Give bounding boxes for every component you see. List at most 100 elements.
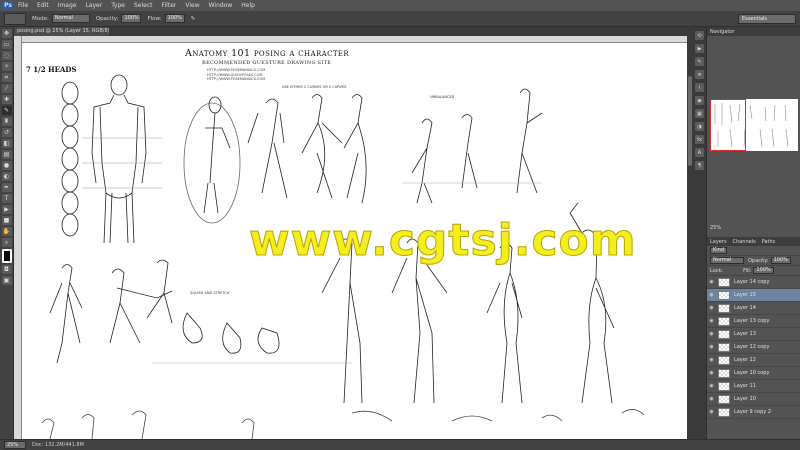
menu-edit[interactable]: Edit <box>37 2 49 9</box>
menu-filter[interactable]: Filter <box>162 2 177 9</box>
scrollbar-thumb[interactable] <box>688 76 692 166</box>
airbrush-icon[interactable]: ✎ <box>191 16 196 22</box>
document-canvas[interactable]: Anatomy 101 posing a character recommend… <box>22 43 687 439</box>
layer-row[interactable]: ◉ Layer 10 copy <box>707 367 800 380</box>
layer-row[interactable]: ◉ Layer 15 <box>707 289 800 302</box>
history-brush-icon[interactable]: ↺ <box>1 128 12 137</box>
menu-type[interactable]: Type <box>111 2 125 9</box>
menu-file[interactable]: File <box>18 2 28 9</box>
navigator-title[interactable]: Navigator <box>710 29 734 35</box>
layer-row[interactable]: ◉ Layer 12 copy <box>707 341 800 354</box>
eraser-tool-icon[interactable]: ◧ <box>1 139 12 148</box>
layers-panel: Layers Channels Paths Kind Normal Opacit… <box>706 237 800 439</box>
visibility-eye-icon[interactable]: ◉ <box>707 383 716 389</box>
eyedropper-tool-icon[interactable]: ⁄ <box>1 84 12 93</box>
navigator-view-box[interactable] <box>710 99 746 151</box>
visibility-eye-icon[interactable]: ◉ <box>707 370 716 376</box>
styles-panel-icon[interactable]: fx <box>695 135 704 144</box>
menu-view[interactable]: View <box>185 2 199 9</box>
character-panel-icon[interactable]: A <box>695 148 704 157</box>
visibility-eye-icon[interactable]: ◉ <box>707 357 716 363</box>
stamp-tool-icon[interactable]: ♜ <box>1 117 12 126</box>
navigator-zoom[interactable]: 25% <box>710 225 721 231</box>
move-tool-icon[interactable]: ✥ <box>1 29 12 38</box>
layer-name: Layer 14 <box>734 305 756 311</box>
hand-tool-icon[interactable]: ✋ <box>1 227 12 236</box>
visibility-eye-icon[interactable]: ◉ <box>707 344 716 350</box>
path-select-tool-icon[interactable]: ▶ <box>1 205 12 214</box>
lasso-tool-icon[interactable]: ◌ <box>1 51 12 60</box>
visibility-eye-icon[interactable]: ◉ <box>707 279 716 285</box>
horizontal-ruler <box>22 36 687 43</box>
menu-help[interactable]: Help <box>241 2 255 9</box>
healing-tool-icon[interactable]: ✚ <box>1 95 12 104</box>
layer-list: ◉ Layer 14 copy ◉ Layer 15 ◉ Layer 14 ◉ Layer 1… <box>707 276 800 419</box>
paragraph-panel-icon[interactable]: ¶ <box>695 161 704 170</box>
blur-tool-icon[interactable]: ● <box>1 161 12 170</box>
layer-name: Layer 12 copy <box>734 344 770 350</box>
menu-select[interactable]: Select <box>134 2 153 9</box>
layer-row[interactable]: ◉ Layer 14 <box>707 302 800 315</box>
layer-opacity-field[interactable]: 100% <box>770 257 791 264</box>
history-panel-icon[interactable]: ⟲ <box>695 31 704 40</box>
layer-name: Layer 11 <box>734 383 756 389</box>
layer-name: Layer 9 copy 2 <box>734 409 772 415</box>
opacity-field[interactable]: 100% <box>121 14 142 23</box>
layer-row[interactable]: ◉ Layer 14 copy <box>707 276 800 289</box>
site-line-3: HTTP://WWW.POSEMANIACS.COM <box>207 77 266 81</box>
visibility-eye-icon[interactable]: ◉ <box>707 292 716 298</box>
type-tool-icon[interactable]: T <box>1 194 12 203</box>
visibility-eye-icon[interactable]: ◉ <box>707 409 716 415</box>
layer-row[interactable]: ◉ Layer 11 <box>707 380 800 393</box>
visibility-eye-icon[interactable]: ◉ <box>707 318 716 324</box>
flow-field[interactable]: 100% <box>164 14 185 23</box>
tool-preset-picker[interactable] <box>4 12 26 25</box>
adjustments-panel-icon[interactable]: ◑ <box>695 122 704 131</box>
artwork-subtitle: recommended guesture drawing site <box>202 60 332 66</box>
zoom-tool-icon[interactable]: ⌕ <box>1 238 12 247</box>
crop-tool-icon[interactable]: ⌗ <box>1 73 12 82</box>
dodge-tool-icon[interactable]: ◐ <box>1 172 12 181</box>
brush-presets-icon[interactable]: ≡ <box>695 70 704 79</box>
menu-layer[interactable]: Layer <box>85 2 102 9</box>
layer-thumbnail <box>718 316 730 326</box>
layer-thumbnail <box>718 290 730 300</box>
visibility-eye-icon[interactable]: ◉ <box>707 305 716 311</box>
quick-mask-icon[interactable]: ◘ <box>1 265 12 274</box>
actions-panel-icon[interactable]: ▶ <box>695 44 704 53</box>
gradient-tool-icon[interactable]: ▤ <box>1 150 12 159</box>
tab-channels[interactable]: Channels <box>733 239 756 245</box>
status-zoom[interactable]: 25% <box>4 441 26 449</box>
tab-paths[interactable]: Paths <box>762 239 776 245</box>
swatches-panel-icon[interactable]: ▦ <box>695 109 704 118</box>
mode-select[interactable]: Normal <box>51 14 90 23</box>
color-swatches-icon[interactable] <box>1 249 12 263</box>
layer-row[interactable]: ◉ Layer 13 <box>707 328 800 341</box>
pen-tool-icon[interactable]: ✒ <box>1 183 12 192</box>
screen-mode-icon[interactable]: ▣ <box>1 276 12 285</box>
visibility-eye-icon[interactable]: ◉ <box>707 331 716 337</box>
visibility-eye-icon[interactable]: ◉ <box>707 396 716 402</box>
quick-select-tool-icon[interactable]: ✧ <box>1 62 12 71</box>
layer-row[interactable]: ◉ Layer 13 copy <box>707 315 800 328</box>
workspace-switcher[interactable]: Essentials <box>738 14 796 24</box>
layer-fill-field[interactable]: 100% <box>753 267 774 274</box>
layer-row[interactable]: ◉ Layer 10 <box>707 393 800 406</box>
menu-window[interactable]: Window <box>209 2 233 9</box>
blend-mode-select[interactable]: Normal <box>710 257 744 264</box>
tab-layers[interactable]: Layers <box>710 239 727 245</box>
shape-tool-icon[interactable]: ■ <box>1 216 12 225</box>
options-bar: Mode: Normal Opacity: 100% Flow: 100% ✎ … <box>0 11 800 27</box>
brush-panel-icon[interactable]: ✎ <box>695 57 704 66</box>
heads-label: 7 1/2 HEADS <box>26 65 77 74</box>
color-panel-icon[interactable]: ◉ <box>695 96 704 105</box>
info-panel-icon[interactable]: i <box>695 83 704 92</box>
panel-dock-icons: ⟲ ▶ ✎ ≡ i ◉ ▦ ◑ fx A ¶ <box>693 27 706 439</box>
layer-kind-filter[interactable]: Kind <box>710 247 728 254</box>
brush-tool-icon[interactable]: ✎ <box>1 106 12 115</box>
menu-image[interactable]: Image <box>58 2 77 9</box>
marquee-tool-icon[interactable]: ▭ <box>1 40 12 49</box>
layer-row[interactable]: ◉ Layer 12 <box>707 354 800 367</box>
layer-row[interactable]: ◉ Layer 9 copy 2 <box>707 406 800 419</box>
document-tab[interactable]: posing.psd @ 25% (Layer 15, RGB/8) * <box>14 27 109 36</box>
